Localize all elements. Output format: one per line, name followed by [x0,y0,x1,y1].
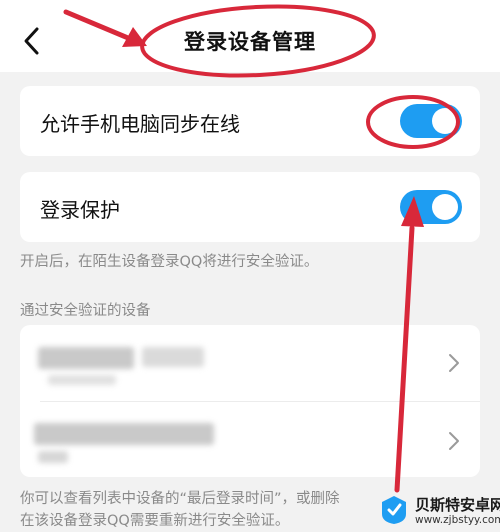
chevron-right-icon [449,432,459,450]
device-row-1[interactable] [20,325,480,401]
setting-card-sync-online: 允许手机电脑同步在线 [20,86,480,156]
setting-card-login-protect: 登录保护 [20,172,480,242]
login-protect-toggle[interactable] [400,190,462,224]
device-time-redacted [38,451,68,463]
device-name-redacted [142,347,204,367]
device-time-redacted [48,375,116,385]
page-title: 登录设备管理 [184,30,316,54]
watermark: 贝斯特安卓网 www.zjbstyy.com [378,491,500,531]
devices-section-title: 通过安全验证的设备 [20,303,151,319]
sync-online-label: 允许手机电脑同步在线 [40,112,240,136]
device-list-card [20,325,480,477]
watermark-url: www.zjbstyy.com [415,514,500,526]
device-name-redacted [38,347,134,369]
sync-online-toggle[interactable] [400,104,462,138]
device-row-2[interactable] [20,401,480,477]
chevron-right-icon [449,354,459,372]
footer-line-2: 在该设备登录QQ需要重新进行安全验证。 [20,513,290,529]
toggle-knob [432,194,458,220]
footer-note: 你可以查看列表中设备的“最后登录时间”，或删除 在该设备登录QQ需要重新进行安全… [20,488,400,532]
footer-line-1: 你可以查看列表中设备的“最后登录时间”，或删除 [20,491,340,507]
device-name-redacted [34,423,214,445]
login-protect-label: 登录保护 [40,198,120,222]
login-protect-caption: 开启后，在陌生设备登录QQ将进行安全验证。 [20,254,319,270]
toggle-knob [432,108,458,134]
top-bar: 登录设备管理 [0,0,500,72]
watermark-title: 贝斯特安卓网 [415,496,500,514]
watermark-logo-icon [382,496,406,524]
